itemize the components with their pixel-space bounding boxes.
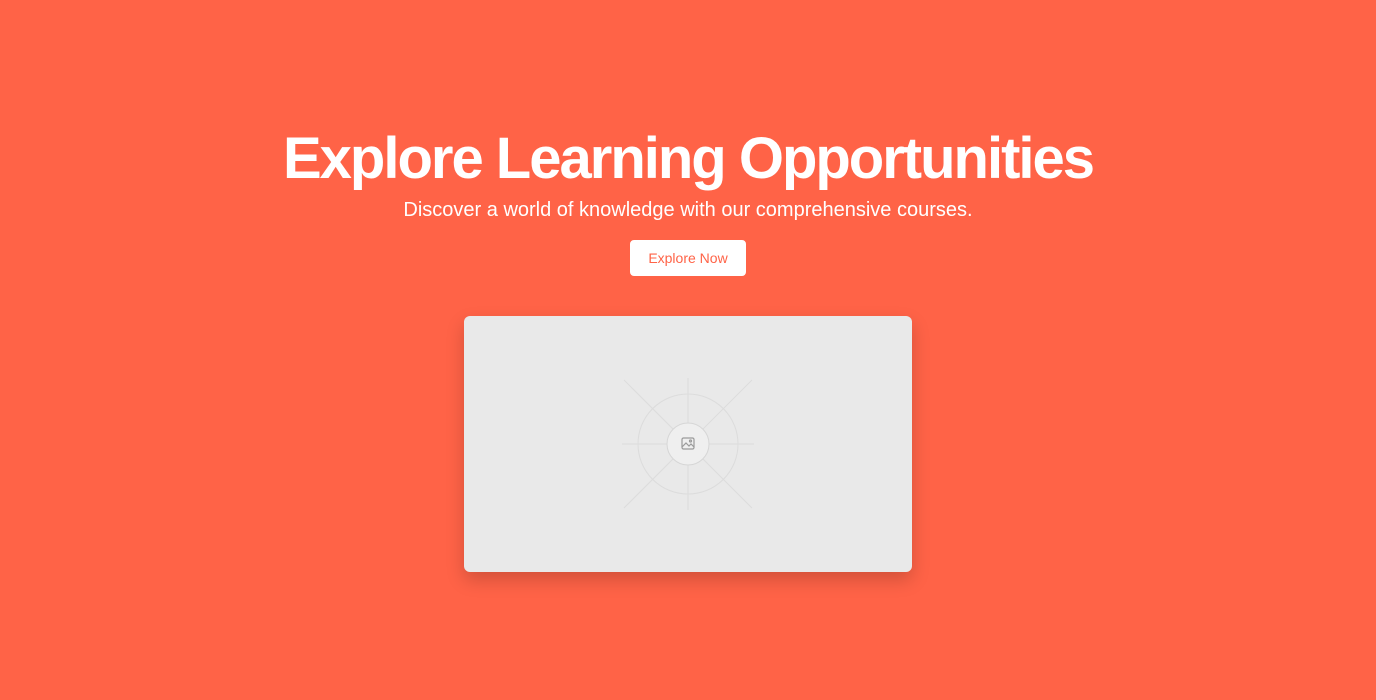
- image-placeholder: [464, 316, 912, 572]
- hero-section: Explore Learning Opportunities Discover …: [0, 0, 1376, 700]
- hero-title: Explore Learning Opportunities: [282, 126, 1095, 191]
- hero-subtitle: Discover a world of knowledge with our c…: [403, 199, 973, 221]
- explore-now-button[interactable]: Explore Now: [630, 240, 746, 276]
- placeholder-graphic: [622, 378, 754, 510]
